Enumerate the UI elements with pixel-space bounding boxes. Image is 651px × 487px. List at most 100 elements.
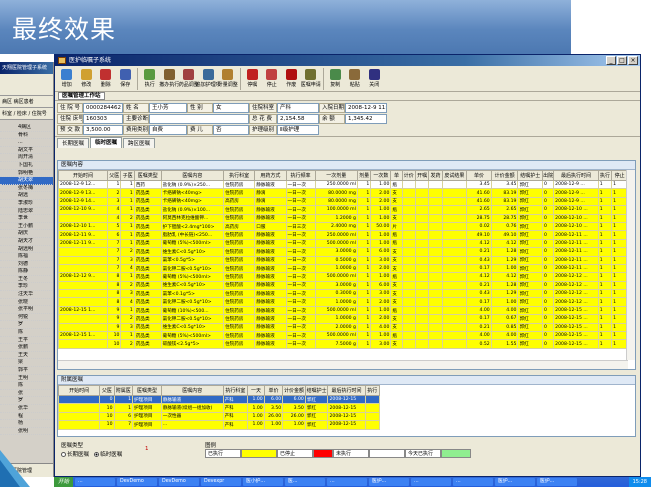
tree-item[interactable]: 李珍	[0, 283, 53, 292]
column-header[interactable]: 开始时间	[58, 385, 101, 396]
tree-item[interactable]: 杨	[0, 420, 53, 428]
toolbar-button-2[interactable]: 删除	[96, 67, 116, 91]
column-header[interactable]: 出院	[542, 170, 555, 181]
table-row[interactable]: 2008-12-10 1... 5 1 药品类 护下胆酸<2.4mg*100> 高药房 口服…	[58, 221, 628, 232]
toolbar-button-14[interactable]: 粘贴	[345, 67, 365, 91]
tab-cross-ward[interactable]: 跨区医嘱	[123, 138, 156, 148]
table-row[interactable]: 2008-12-9 12... 1 1 西药 盐化钠 (0.9%)×250... 住院药房…	[58, 179, 628, 190]
table-row[interactable]: 7 2 药品类 维生素C<0.5g*10> 住院药房 静脉输液 一日一次 3.0000 g16…	[58, 247, 628, 257]
tree-item[interactable]: 张冬梅	[0, 185, 53, 193]
dept-field[interactable]: 产科	[277, 103, 319, 113]
table-row[interactable]: 8 4 药品类 氯化钾二胺<0.5g*10> 住院药房 静脉输液 一日一次 1.0000 g1…	[58, 297, 628, 307]
tree-item[interactable]: 汪天华	[0, 291, 53, 299]
tab-temporary[interactable]: 临时医嘱	[90, 137, 123, 148]
column-header[interactable]: 医嘱类型	[132, 385, 162, 396]
column-header[interactable]: 附属医	[113, 385, 134, 396]
tree-item[interactable]: 王冬	[0, 276, 53, 284]
prepaid-field[interactable]: 3,500.00	[83, 125, 123, 135]
column-header[interactable]: 计价金额	[282, 385, 306, 396]
column-header[interactable]: 单	[390, 170, 403, 181]
patient-tree[interactable]: 4病区 骨科... 胡文平 周开清 卜国礼 郭明艳 胡天翠 张冬梅 胡远 李淑珍 陆忠翠 李世 王小鹏胡…	[0, 124, 53, 436]
tree-item[interactable]: 刘德	[0, 261, 53, 269]
table-row[interactable]: 8 2 药品类 维生素C<0.5g*10> 住院药房 静脉输液 一日一次 3.0000 g16…	[58, 280, 628, 291]
table-row[interactable]: 2008-12-15 1... 10 1 药品类 葡萄糖 (5%)<500ml> 住院药房…	[58, 331, 628, 341]
table-row[interactable]: 8 3 药品类 氯苯<0.1g*5> 住院药房 静脉输液 一日一次 0.3000 g 1 3.00…	[58, 289, 628, 299]
column-header[interactable]: 发药	[428, 170, 443, 181]
tree-item[interactable]: 胡远明	[0, 246, 53, 254]
table-row[interactable]: 2008-12-11 9... 7 1 药品类 葡萄糖 (5%)<500ml> 住院药房静…	[58, 238, 628, 249]
tree-item[interactable]: 周开清	[0, 154, 53, 162]
orders-hscroll[interactable]	[58, 360, 628, 369]
column-header[interactable]: 单价	[466, 170, 492, 181]
diagnosis-field[interactable]	[149, 114, 249, 124]
toolbar-button-0[interactable]: 增加	[57, 67, 77, 91]
table-row[interactable]: 2008-12-10 9... 4 1 药品类 盐化钠 (0.9%)×100... 住院药…	[58, 205, 628, 215]
taskbar-button[interactable]: ...	[327, 478, 368, 486]
toolbar-button-12[interactable]: 医嘱申请	[301, 67, 321, 91]
column-header[interactable]: 计价	[401, 170, 416, 181]
close-button[interactable]: ×	[628, 56, 638, 65]
tree-item[interactable]: 王小鹏	[0, 223, 53, 231]
column-header[interactable]: 子医	[120, 170, 135, 181]
table-row[interactable]: 9 2 药品类 氯化钾二胺<0.5g*10> 住院药房 静脉输液 一日一次 1.0000 g1…	[58, 314, 628, 324]
window-titlebar[interactable]: 医护临嘱子系统 _ □ ×	[55, 55, 640, 66]
taskbar-button[interactable]: ...	[75, 478, 116, 486]
column-header[interactable]: 单价	[263, 385, 284, 396]
tree-item[interactable]: 陈福	[0, 253, 53, 261]
column-header[interactable]: 最后执行时间	[327, 385, 366, 396]
toolbar-button-10[interactable]: 停止	[262, 67, 282, 91]
tree-item[interactable]: 李淑珍	[0, 200, 53, 208]
taskbar-button[interactable]: DevDemo	[159, 478, 200, 486]
column-header[interactable]: 剂量	[356, 170, 372, 181]
background-app-filter[interactable]: 科室 / 检床 / 住院号	[0, 108, 53, 120]
tree-item[interactable]: 何锐	[0, 314, 53, 322]
orders-vscroll[interactable]	[626, 170, 635, 360]
toolbar-button-11[interactable]: 作废	[282, 67, 302, 91]
table-row[interactable]: 10 6 护理项目 一次性器 产科 1.00 26.00 26.00 郭红 2008-12-15	[58, 411, 380, 422]
column-header[interactable]: 执行科室	[222, 385, 249, 396]
table-row[interactable]: 10 2 药品类 碳酸镁<2.5g*5> 住院药房 静脉输液 一日一次 7.5000 g 1 3.…	[58, 339, 628, 349]
sex-field[interactable]: 女	[213, 103, 249, 113]
table-row[interactable]: 7 4 药品类 氯化钾二胺<0.5g*10> 住院药房 静脉输液 一日一次 1.0000 g1…	[58, 263, 628, 274]
toolbar-button-15[interactable]: 关闭	[365, 67, 385, 91]
tree-item[interactable]: 罗	[0, 321, 53, 330]
tree-item[interactable]: 郭明艳	[0, 170, 53, 178]
taskbar-button[interactable]: ...	[411, 478, 452, 486]
taskbar-button[interactable]: 医护...	[537, 478, 578, 486]
column-header[interactable]: 执行	[597, 170, 613, 181]
tree-item[interactable]: 王天	[0, 352, 53, 360]
tree-item[interactable]: 张	[0, 390, 53, 398]
column-header[interactable]: 用药方式	[254, 170, 287, 181]
total-cost-field[interactable]: 2,154.58	[277, 114, 319, 124]
start-button[interactable]: 开始	[54, 477, 74, 487]
tree-item[interactable]: 胡庆	[0, 230, 53, 238]
column-header[interactable]: 计价金额	[490, 170, 519, 181]
fee-child-field[interactable]: 否	[213, 125, 249, 135]
toolbar-button-3[interactable]: 保存	[116, 67, 136, 91]
tree-item[interactable]: 王明	[0, 375, 53, 383]
toolbar-button-4[interactable]: 执行	[140, 67, 160, 91]
table-row[interactable]: 2008-12-9 13... 2 1 药品类 卡络磺钠<40mg> 住院药房 静滴 一日一次…	[58, 188, 628, 198]
tree-item[interactable]: 程	[0, 413, 53, 421]
maximize-button[interactable]: □	[617, 56, 627, 65]
taskbar-button[interactable]: DevDemo	[117, 478, 158, 486]
table-row[interactable]: 10 7 护理项目... 产科 1.00 1.00 1.00 郭红 2008-12-15	[58, 420, 380, 430]
tree-item[interactable]: ...	[0, 139, 53, 147]
tree-item[interactable]: 胡天翠	[0, 177, 53, 185]
table-row[interactable]: 9 3 药品类 维生素C<0.5g*10> 住院药房 静脉输液 一日一次 2.0000 g14…	[58, 322, 628, 333]
column-header[interactable]: 结嘱护士	[304, 385, 329, 396]
table-row[interactable]: 0 1 护理项目 静脉输液 产科 1.00 6.00 6.00 郭红 2008-12-15	[58, 394, 380, 405]
tree-item[interactable]: 陆忠翠	[0, 208, 53, 216]
taskbar-button[interactable]: 医护...	[369, 478, 410, 486]
tree-item[interactable]: 陈	[0, 329, 53, 337]
nursing-level-field[interactable]: Ⅱ级护理	[277, 125, 319, 135]
balance-field[interactable]: 1,345.42	[345, 114, 387, 124]
table-row[interactable]: 10 1 护理项目 静脉输液(续组一组加收) 产科 1.00 3.50 3.50 郭红 2008-…	[58, 403, 380, 413]
radio-long-term[interactable]	[61, 452, 66, 457]
bed-no-field[interactable]: 160303	[83, 114, 123, 124]
taskbar-button[interactable]: 医小护...	[243, 478, 284, 486]
radio-temporary[interactable]	[94, 452, 100, 457]
fee-type-field[interactable]: 自费	[149, 125, 187, 135]
taskbar-button[interactable]: 医护...	[495, 478, 536, 486]
column-header[interactable]: 结嘱护士	[517, 170, 544, 181]
